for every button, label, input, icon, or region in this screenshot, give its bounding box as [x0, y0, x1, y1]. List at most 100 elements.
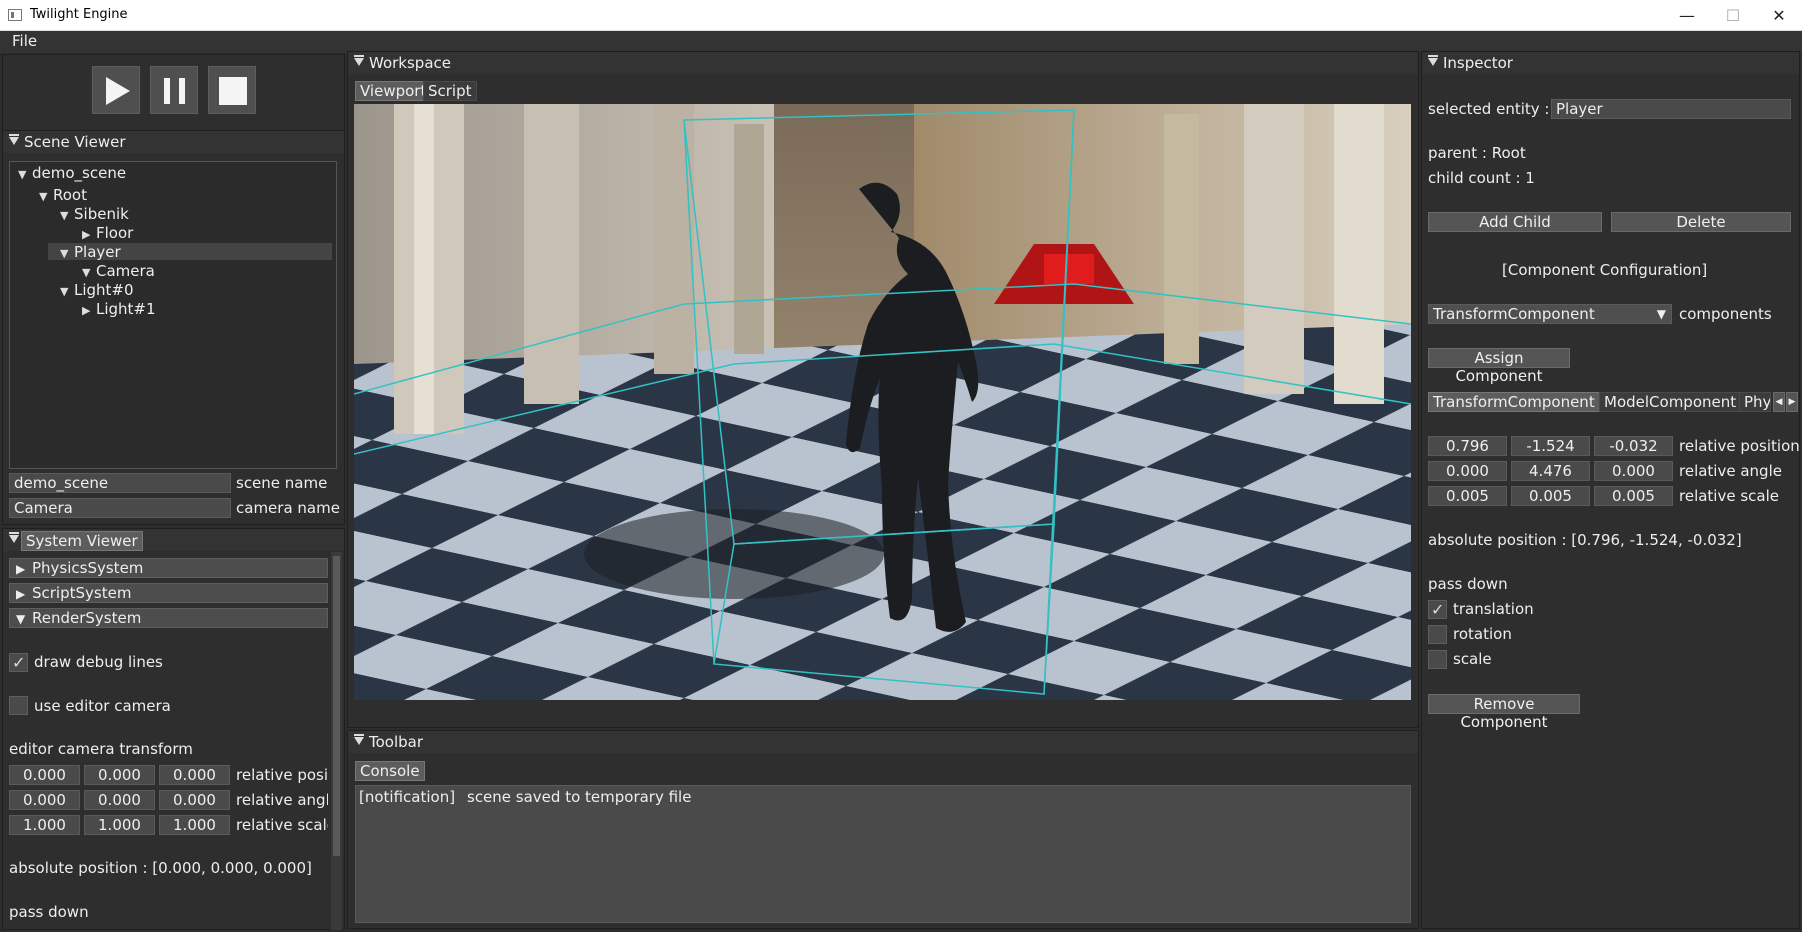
inspector-header[interactable]: Inspector — [1422, 52, 1799, 74]
tab-scroll-right-icon[interactable]: ▶ — [1786, 392, 1798, 412]
tab-transform-component[interactable]: TransformComponent — [1428, 392, 1600, 412]
angle-z-input[interactable]: 0.000 — [1594, 461, 1673, 481]
tab-console[interactable]: Console — [355, 761, 425, 781]
collapsed-arrow-icon: ▶ — [82, 304, 91, 317]
tab-physics-component[interactable]: Phy — [1739, 392, 1771, 412]
editor-scale-y[interactable]: 1.000 — [84, 815, 155, 835]
parent-info: parent : Root — [1428, 144, 1526, 162]
scale-z-input[interactable]: 0.005 — [1594, 486, 1673, 506]
expanded-arrow-icon: ▼ — [60, 285, 69, 298]
render-system-header[interactable]: ▼ RenderSystem — [9, 608, 328, 628]
position-z-input[interactable]: -0.032 — [1594, 436, 1673, 456]
workspace-header[interactable]: Workspace — [348, 52, 1418, 74]
draw-debug-lines-label: draw debug lines — [34, 653, 163, 671]
minimize-button[interactable]: — — [1664, 0, 1710, 31]
tree-item-camera[interactable]: ▼ Camera — [82, 262, 155, 280]
script-system-header[interactable]: ▶ ScriptSystem — [9, 583, 328, 603]
editor-pos-label: relative posit — [236, 766, 328, 784]
console-message-tag: [notification] — [359, 788, 456, 806]
position-x-input[interactable]: 0.796 — [1428, 436, 1507, 456]
pause-button[interactable] — [150, 66, 198, 114]
remove-component-button[interactable]: Remove Component — [1428, 694, 1580, 731]
collapsed-arrow-icon: ▶ — [82, 228, 91, 241]
dropdown-arrow-icon: ▼ — [1656, 307, 1666, 321]
system-viewer-scrollbar[interactable] — [331, 552, 342, 930]
draw-debug-lines-checkbox[interactable]: ✓ — [9, 653, 28, 672]
tab-script[interactable]: Script — [423, 81, 477, 101]
scrollbar-thumb[interactable] — [333, 556, 340, 856]
play-icon — [106, 77, 130, 105]
stop-button[interactable] — [208, 66, 256, 114]
scale-x-input[interactable]: 0.005 — [1428, 486, 1507, 506]
tree-item-sibenik[interactable]: ▼ Sibenik — [60, 205, 129, 223]
tab-model-component[interactable]: ModelComponent — [1599, 392, 1742, 412]
physics-system-header[interactable]: ▶ PhysicsSystem — [9, 558, 328, 578]
editor-pos-y[interactable]: 0.000 — [84, 765, 155, 785]
play-button[interactable] — [92, 66, 140, 114]
checkmark-icon: ✓ — [12, 653, 26, 672]
console-output: [notification] scene saved to temporary … — [355, 785, 1411, 923]
editor-scale-label: relative scale — [236, 816, 328, 834]
angle-x-input[interactable]: 0.000 — [1428, 461, 1507, 481]
selected-entity-input[interactable]: Player — [1551, 99, 1791, 119]
add-child-button[interactable]: Add Child — [1428, 212, 1602, 232]
scene-viewer-title: Scene Viewer — [24, 133, 126, 151]
rotation-checkbox[interactable] — [1428, 625, 1447, 644]
scene-viewport[interactable] — [354, 104, 1411, 700]
expanded-arrow-icon: ▼ — [60, 209, 69, 222]
menu-bar: File — [0, 31, 1802, 53]
maximize-button[interactable]: ☐ — [1710, 0, 1756, 31]
editor-pos-z[interactable]: 0.000 — [159, 765, 230, 785]
menu-file[interactable]: File — [12, 32, 37, 50]
collapse-icon — [354, 55, 364, 66]
tree-item-light0[interactable]: ▼ Light#0 — [60, 281, 134, 299]
window-title: Twilight Engine — [30, 7, 128, 22]
assign-component-button[interactable]: Assign Component — [1428, 348, 1570, 385]
tree-item-floor[interactable]: ▶ Floor — [82, 224, 133, 242]
editor-scale-z[interactable]: 1.000 — [159, 815, 230, 835]
editor-angle-y[interactable]: 0.000 — [84, 790, 155, 810]
use-editor-camera-label: use editor camera — [34, 697, 171, 715]
tree-item-player[interactable]: ▼ Player — [60, 243, 121, 261]
expanded-arrow-icon: ▼ — [60, 247, 69, 260]
editor-angle-z[interactable]: 0.000 — [159, 790, 230, 810]
system-viewer-title[interactable]: System Viewer — [21, 531, 143, 551]
position-y-input[interactable]: -1.524 — [1511, 436, 1590, 456]
camera-name-input[interactable]: Camera — [9, 498, 231, 518]
system-viewer-header[interactable]: System Viewer — [3, 529, 344, 551]
scene-tree — [9, 161, 337, 469]
editor-scale-x[interactable]: 1.000 — [9, 815, 80, 835]
tree-item-light1[interactable]: ▶ Light#1 — [82, 300, 156, 318]
translation-label: translation — [1453, 600, 1534, 618]
close-button[interactable]: ✕ — [1756, 0, 1802, 31]
relative-angle-label: relative angle — [1679, 462, 1782, 480]
pause-icon — [164, 78, 170, 104]
tree-item-demo-scene[interactable]: ▼ demo_scene — [18, 164, 126, 182]
tab-viewport[interactable]: Viewport — [355, 81, 432, 101]
console-message-text: scene saved to temporary file — [467, 788, 692, 806]
tree-item-root[interactable]: ▼ Root — [39, 186, 87, 204]
delete-button[interactable]: Delete — [1611, 212, 1791, 232]
collapse-icon — [354, 734, 364, 745]
collapsed-arrow-icon: ▶ — [16, 587, 26, 601]
pass-down-label: pass down — [1428, 575, 1508, 593]
play-controls-panel — [2, 54, 345, 132]
editor-angle-x[interactable]: 0.000 — [9, 790, 80, 810]
angle-y-input[interactable]: 4.476 — [1511, 461, 1590, 481]
scene-name-label: scene name — [236, 474, 328, 492]
checkmark-icon: ✓ — [1431, 600, 1445, 619]
scene-viewer-header[interactable]: Scene Viewer — [3, 131, 344, 153]
tab-scroll-left-icon[interactable]: ◀ — [1773, 392, 1785, 412]
editor-pos-x[interactable]: 0.000 — [9, 765, 80, 785]
scale-label: scale — [1453, 650, 1492, 668]
collapse-icon — [9, 532, 19, 543]
scale-y-input[interactable]: 0.005 — [1511, 486, 1590, 506]
scene-name-input[interactable]: demo_scene — [9, 473, 231, 493]
scale-checkbox[interactable] — [1428, 650, 1447, 669]
toolbar-header[interactable]: Toolbar — [348, 731, 1418, 753]
relative-scale-label: relative scale — [1679, 487, 1779, 505]
use-editor-camera-checkbox[interactable] — [9, 696, 28, 715]
component-select[interactable]: TransformComponent ▼ — [1428, 304, 1672, 324]
workspace-title: Workspace — [369, 54, 451, 72]
translation-checkbox[interactable]: ✓ — [1428, 600, 1447, 619]
